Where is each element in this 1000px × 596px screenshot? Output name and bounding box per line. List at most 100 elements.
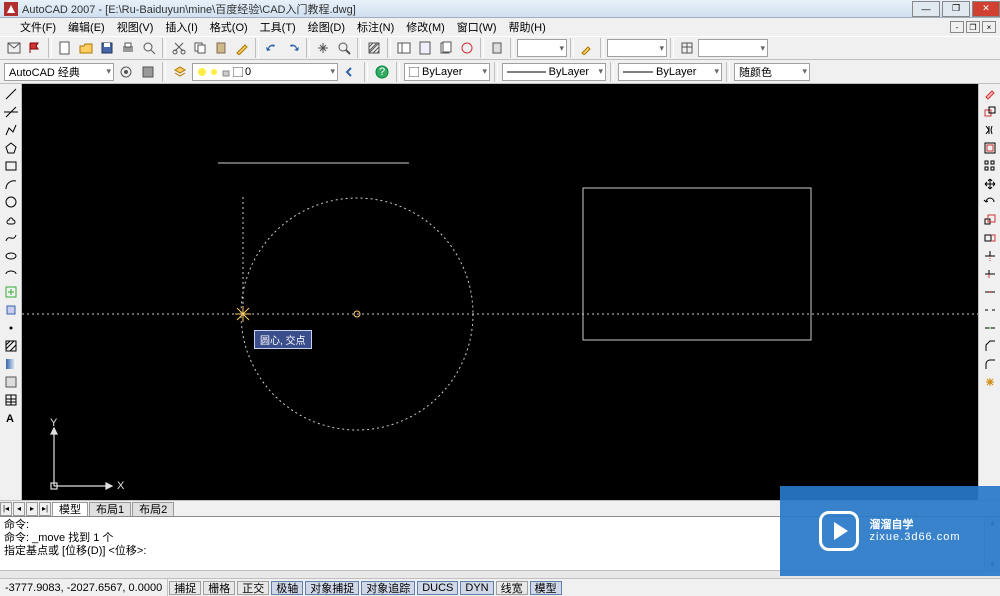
- status-lwt[interactable]: 线宽: [496, 581, 528, 595]
- xline-icon[interactable]: [2, 104, 20, 120]
- pan-icon[interactable]: [313, 38, 333, 58]
- menu-help[interactable]: 帮助(H): [503, 19, 552, 35]
- undo-icon[interactable]: [262, 38, 282, 58]
- maximize-button[interactable]: ❐: [942, 1, 970, 17]
- menu-file[interactable]: 文件(F): [14, 19, 62, 35]
- table-style-dropdown[interactable]: [698, 39, 768, 57]
- menu-draw[interactable]: 绘图(D): [302, 19, 351, 35]
- tab-first-button[interactable]: |◂: [0, 502, 12, 516]
- table-icon[interactable]: [2, 392, 20, 408]
- revcloud-icon[interactable]: [2, 212, 20, 228]
- layer-dropdown[interactable]: 0: [192, 63, 338, 81]
- workspace-dropdown[interactable]: AutoCAD 经典: [4, 63, 114, 81]
- array-icon[interactable]: [981, 158, 999, 174]
- insert-icon[interactable]: [2, 284, 20, 300]
- minimize-button[interactable]: —: [912, 1, 940, 17]
- print-icon[interactable]: [118, 38, 138, 58]
- chamfer-icon[interactable]: [981, 338, 999, 354]
- layer-props-icon[interactable]: [170, 62, 190, 82]
- menu-tools[interactable]: 工具(T): [254, 19, 302, 35]
- copy-obj-icon[interactable]: [981, 104, 999, 120]
- markup-icon[interactable]: [457, 38, 477, 58]
- status-dyn[interactable]: DYN: [460, 581, 493, 595]
- close-button[interactable]: ✕: [972, 1, 1000, 17]
- design-center-icon[interactable]: [394, 38, 414, 58]
- paint-icon[interactable]: [577, 38, 597, 58]
- point-icon[interactable]: [2, 320, 20, 336]
- trim-icon[interactable]: [981, 248, 999, 264]
- help-layer-icon[interactable]: ?: [372, 62, 392, 82]
- workspace-settings-icon[interactable]: [116, 62, 136, 82]
- menu-view[interactable]: 视图(V): [111, 19, 160, 35]
- scale-icon[interactable]: [981, 212, 999, 228]
- polygon-icon[interactable]: [2, 140, 20, 156]
- ellipse-arc-icon[interactable]: [2, 266, 20, 282]
- erase-icon[interactable]: [981, 86, 999, 102]
- preview-icon[interactable]: [139, 38, 159, 58]
- plot-style-dropdown[interactable]: 随颜色: [734, 63, 810, 81]
- linetype-dropdown[interactable]: ByLayer: [502, 63, 606, 81]
- status-polar[interactable]: 极轴: [271, 581, 303, 595]
- status-otrack[interactable]: 对象追踪: [361, 581, 415, 595]
- line-icon[interactable]: [2, 86, 20, 102]
- gradient-icon[interactable]: [2, 356, 20, 372]
- flyout-icon[interactable]: [4, 38, 24, 58]
- move-icon[interactable]: [981, 176, 999, 192]
- hatch-tb-icon[interactable]: [364, 38, 384, 58]
- color-dropdown[interactable]: ByLayer: [404, 63, 490, 81]
- mtext-icon[interactable]: A: [2, 410, 20, 426]
- redo-icon[interactable]: [283, 38, 303, 58]
- status-snap[interactable]: 捕捉: [169, 581, 201, 595]
- tab-next-button[interactable]: ▸: [26, 502, 38, 516]
- status-grid[interactable]: 栅格: [203, 581, 235, 595]
- mdi-minimize-button[interactable]: -: [950, 21, 964, 33]
- rectangle-icon[interactable]: [2, 158, 20, 174]
- status-ortho[interactable]: 正交: [237, 581, 269, 595]
- copy-icon[interactable]: [190, 38, 210, 58]
- menu-dimension[interactable]: 标注(N): [351, 19, 400, 35]
- extend-icon[interactable]: [981, 266, 999, 282]
- ellipse-icon[interactable]: [2, 248, 20, 264]
- mdi-restore-button[interactable]: ❐: [966, 21, 980, 33]
- tab-prev-button[interactable]: ◂: [13, 502, 25, 516]
- tab-last-button[interactable]: ▸|: [39, 502, 51, 516]
- flag-icon[interactable]: [25, 38, 45, 58]
- drawing-canvas[interactable]: X Y 圆心, 交点: [22, 84, 978, 500]
- menu-insert[interactable]: 插入(I): [159, 19, 203, 35]
- scale-dropdown[interactable]: [517, 39, 567, 57]
- circle-icon[interactable]: [2, 194, 20, 210]
- tool-palettes-icon[interactable]: [415, 38, 435, 58]
- layer-prev-icon[interactable]: [340, 62, 360, 82]
- status-osnap[interactable]: 对象捕捉: [305, 581, 359, 595]
- cut-icon[interactable]: [169, 38, 189, 58]
- match-icon[interactable]: [232, 38, 252, 58]
- calc-icon[interactable]: [487, 38, 507, 58]
- break-at-icon[interactable]: [981, 284, 999, 300]
- paste-icon[interactable]: [211, 38, 231, 58]
- rotate-icon[interactable]: [981, 194, 999, 210]
- break-icon[interactable]: [981, 302, 999, 318]
- menu-window[interactable]: 窗口(W): [451, 19, 503, 35]
- stretch-icon[interactable]: [981, 230, 999, 246]
- tab-model[interactable]: 模型: [52, 502, 88, 516]
- status-model[interactable]: 模型: [530, 581, 562, 595]
- status-ducs[interactable]: DUCS: [417, 581, 458, 595]
- sheetset-icon[interactable]: [436, 38, 456, 58]
- arc-icon[interactable]: [2, 176, 20, 192]
- hatch-icon[interactable]: [2, 338, 20, 354]
- lineweight-dropdown[interactable]: ByLayer: [618, 63, 722, 81]
- spline-icon[interactable]: [2, 230, 20, 246]
- join-icon[interactable]: [981, 320, 999, 336]
- pline-icon[interactable]: [2, 122, 20, 138]
- coords-display[interactable]: -3777.9083, -2027.6567, 0.0000: [0, 579, 168, 596]
- workspace-save-icon[interactable]: [138, 62, 158, 82]
- zoom-icon[interactable]: [334, 38, 354, 58]
- tab-layout2[interactable]: 布局2: [132, 502, 174, 516]
- new-icon[interactable]: [55, 38, 75, 58]
- table-style-icon[interactable]: [677, 38, 697, 58]
- menu-format[interactable]: 格式(O): [204, 19, 254, 35]
- menu-edit[interactable]: 编辑(E): [62, 19, 111, 35]
- menu-modify[interactable]: 修改(M): [400, 19, 451, 35]
- save-icon[interactable]: [97, 38, 117, 58]
- block-icon[interactable]: [2, 302, 20, 318]
